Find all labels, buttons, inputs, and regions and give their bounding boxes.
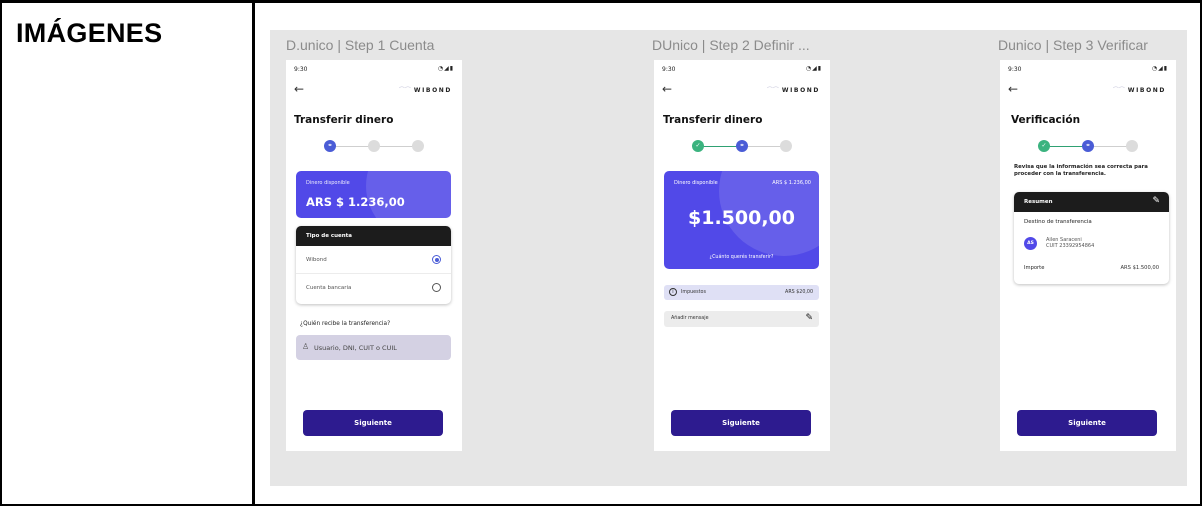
- stepper: ✓ ⚭: [1038, 140, 1138, 152]
- balance-value: ARS $ 1.236,00: [772, 180, 811, 186]
- user-icon: ♙: [302, 342, 310, 351]
- section-title: IMÁGENES: [16, 18, 163, 48]
- check-step-icon: ✓: [1038, 140, 1050, 152]
- radio-unselected-icon[interactable]: [432, 283, 441, 292]
- verification-intro: Revisa que la información sea correcta p…: [1014, 164, 1148, 177]
- frame-label-step-2[interactable]: DUnico | Step 2 Definir ...: [652, 37, 810, 53]
- signal-battery-icon: ◔◢▮: [437, 65, 454, 72]
- recipient-search-input[interactable]: ♙ Usuario, DNI, CUIT o CUIL: [296, 335, 451, 360]
- account-type-card: Tipo de cuenta Wibond Cuenta bancaria: [296, 226, 451, 304]
- search-placeholder: Usuario, DNI, CUIT o CUIL: [314, 344, 397, 352]
- check-step-icon: ✓: [692, 140, 704, 152]
- link-step-icon: ⚭: [1082, 140, 1094, 152]
- account-option-wibond[interactable]: Wibond: [296, 246, 451, 274]
- recipient-info: Ailen Saraceni CUIT 23392954864: [1046, 237, 1094, 249]
- step-pending-icon: [1126, 140, 1138, 152]
- logo-text: WIBOND: [413, 87, 452, 94]
- transfer-amount[interactable]: $1.500,00: [664, 207, 819, 229]
- logo-text: WIBOND: [1127, 87, 1166, 94]
- summary-title: Resumen: [1024, 199, 1053, 205]
- signal-battery-icon: ◔◢▮: [1151, 65, 1168, 72]
- frame-label-step-1[interactable]: D.unico | Step 1 Cuenta: [286, 37, 434, 53]
- logo-text: WIBOND: [781, 87, 820, 94]
- amount-value: ARS $1.500,00: [1120, 265, 1160, 271]
- screen-title: Transferir dinero: [294, 114, 394, 126]
- balance-card: Dinero disponible ARS $ 1.236,00: [296, 171, 451, 218]
- step-pending-icon: [368, 140, 380, 152]
- phone-frame-step-3: 9:30 ◔◢▮ ← ⌒⌒ WIBOND Verificación ✓ ⚭ Rev…: [1000, 60, 1176, 451]
- account-type-title: Tipo de cuenta: [296, 226, 451, 246]
- info-icon: i: [669, 288, 677, 296]
- link-step-icon: ⚭: [324, 140, 336, 152]
- table-column-divider: [252, 0, 255, 506]
- avatar: AS: [1024, 237, 1037, 250]
- edit-icon[interactable]: ✎: [1152, 196, 1160, 206]
- balance-label: Dinero disponible: [306, 180, 350, 186]
- signal-battery-icon: ◔◢▮: [805, 65, 822, 72]
- logo-mark-icon: ⌒⌒: [766, 87, 779, 94]
- summary-card: Resumen ✎ Destino de transferencia AS Ai…: [1014, 192, 1169, 284]
- balance-amount: ARS $ 1.236,00: [306, 195, 405, 209]
- logo-mark-icon: ⌒⌒: [398, 87, 411, 94]
- status-time: 9:30: [294, 66, 308, 73]
- screen-title: Verificación: [1011, 114, 1081, 126]
- phone-frame-step-1: 9:30 ◔◢▮ ← ⌒⌒ WIBOND Transferir dinero ⚭ …: [286, 60, 462, 451]
- account-option-bank[interactable]: Cuenta bancaria: [296, 274, 451, 302]
- recipient-cuit: CUIT 23392954864: [1046, 243, 1095, 249]
- wibond-logo: ⌒⌒ WIBOND: [767, 85, 820, 94]
- frame-label-step-3[interactable]: Dunico | Step 3 Verificar: [998, 37, 1148, 53]
- message-label: Añadir mensaje: [671, 316, 709, 321]
- back-arrow-icon[interactable]: ←: [1008, 82, 1018, 96]
- wibond-logo: ⌒⌒ WIBOND: [1113, 85, 1166, 94]
- next-button[interactable]: Siguiente: [303, 410, 443, 436]
- status-time: 9:30: [1008, 66, 1022, 73]
- link-step-icon: ⚭: [736, 140, 748, 152]
- account-option-label: Wibond: [306, 257, 327, 263]
- add-message-field[interactable]: Añadir mensaje ✎: [664, 311, 819, 327]
- next-button[interactable]: Siguiente: [1017, 410, 1157, 436]
- amount-card[interactable]: Dinero disponible ARS $ 1.236,00 $1.500,…: [664, 171, 819, 269]
- back-arrow-icon[interactable]: ←: [294, 82, 304, 96]
- radio-selected-icon[interactable]: [432, 255, 441, 264]
- tax-label: Impuestos: [681, 289, 706, 295]
- destination-label: Destino de transferencia: [1024, 219, 1092, 225]
- tax-row: i Impuestos ARS $20,00: [664, 285, 819, 300]
- balance-label: Dinero disponible: [674, 180, 718, 186]
- phone-frame-step-2: 9:30 ◔◢▮ ← ⌒⌒ WIBOND Transferir dinero ✓ …: [654, 60, 830, 451]
- logo-mark-icon: ⌒⌒: [1112, 87, 1125, 94]
- step-pending-icon: [412, 140, 424, 152]
- stepper: ✓ ⚭: [692, 140, 792, 152]
- status-time: 9:30: [662, 66, 676, 73]
- back-arrow-icon[interactable]: ←: [662, 82, 672, 96]
- pencil-icon[interactable]: ✎: [805, 313, 813, 323]
- step-pending-icon: [780, 140, 792, 152]
- account-option-label: Cuenta bancaria: [306, 285, 352, 291]
- tax-value: ARS $20,00: [785, 289, 813, 295]
- stepper: ⚭: [324, 140, 424, 152]
- wibond-logo: ⌒⌒ WIBOND: [399, 85, 452, 94]
- summary-header: Resumen ✎: [1014, 192, 1169, 212]
- amount-hint: ¿Cuánto querés transferir?: [709, 255, 774, 260]
- screen-title: Transferir dinero: [663, 114, 763, 126]
- amount-label: Importe: [1024, 265, 1045, 271]
- next-button[interactable]: Siguiente: [671, 410, 811, 436]
- recipient-question: ¿Quién recibe la transferencia?: [300, 321, 391, 327]
- table-top-border: [252, 0, 1202, 3]
